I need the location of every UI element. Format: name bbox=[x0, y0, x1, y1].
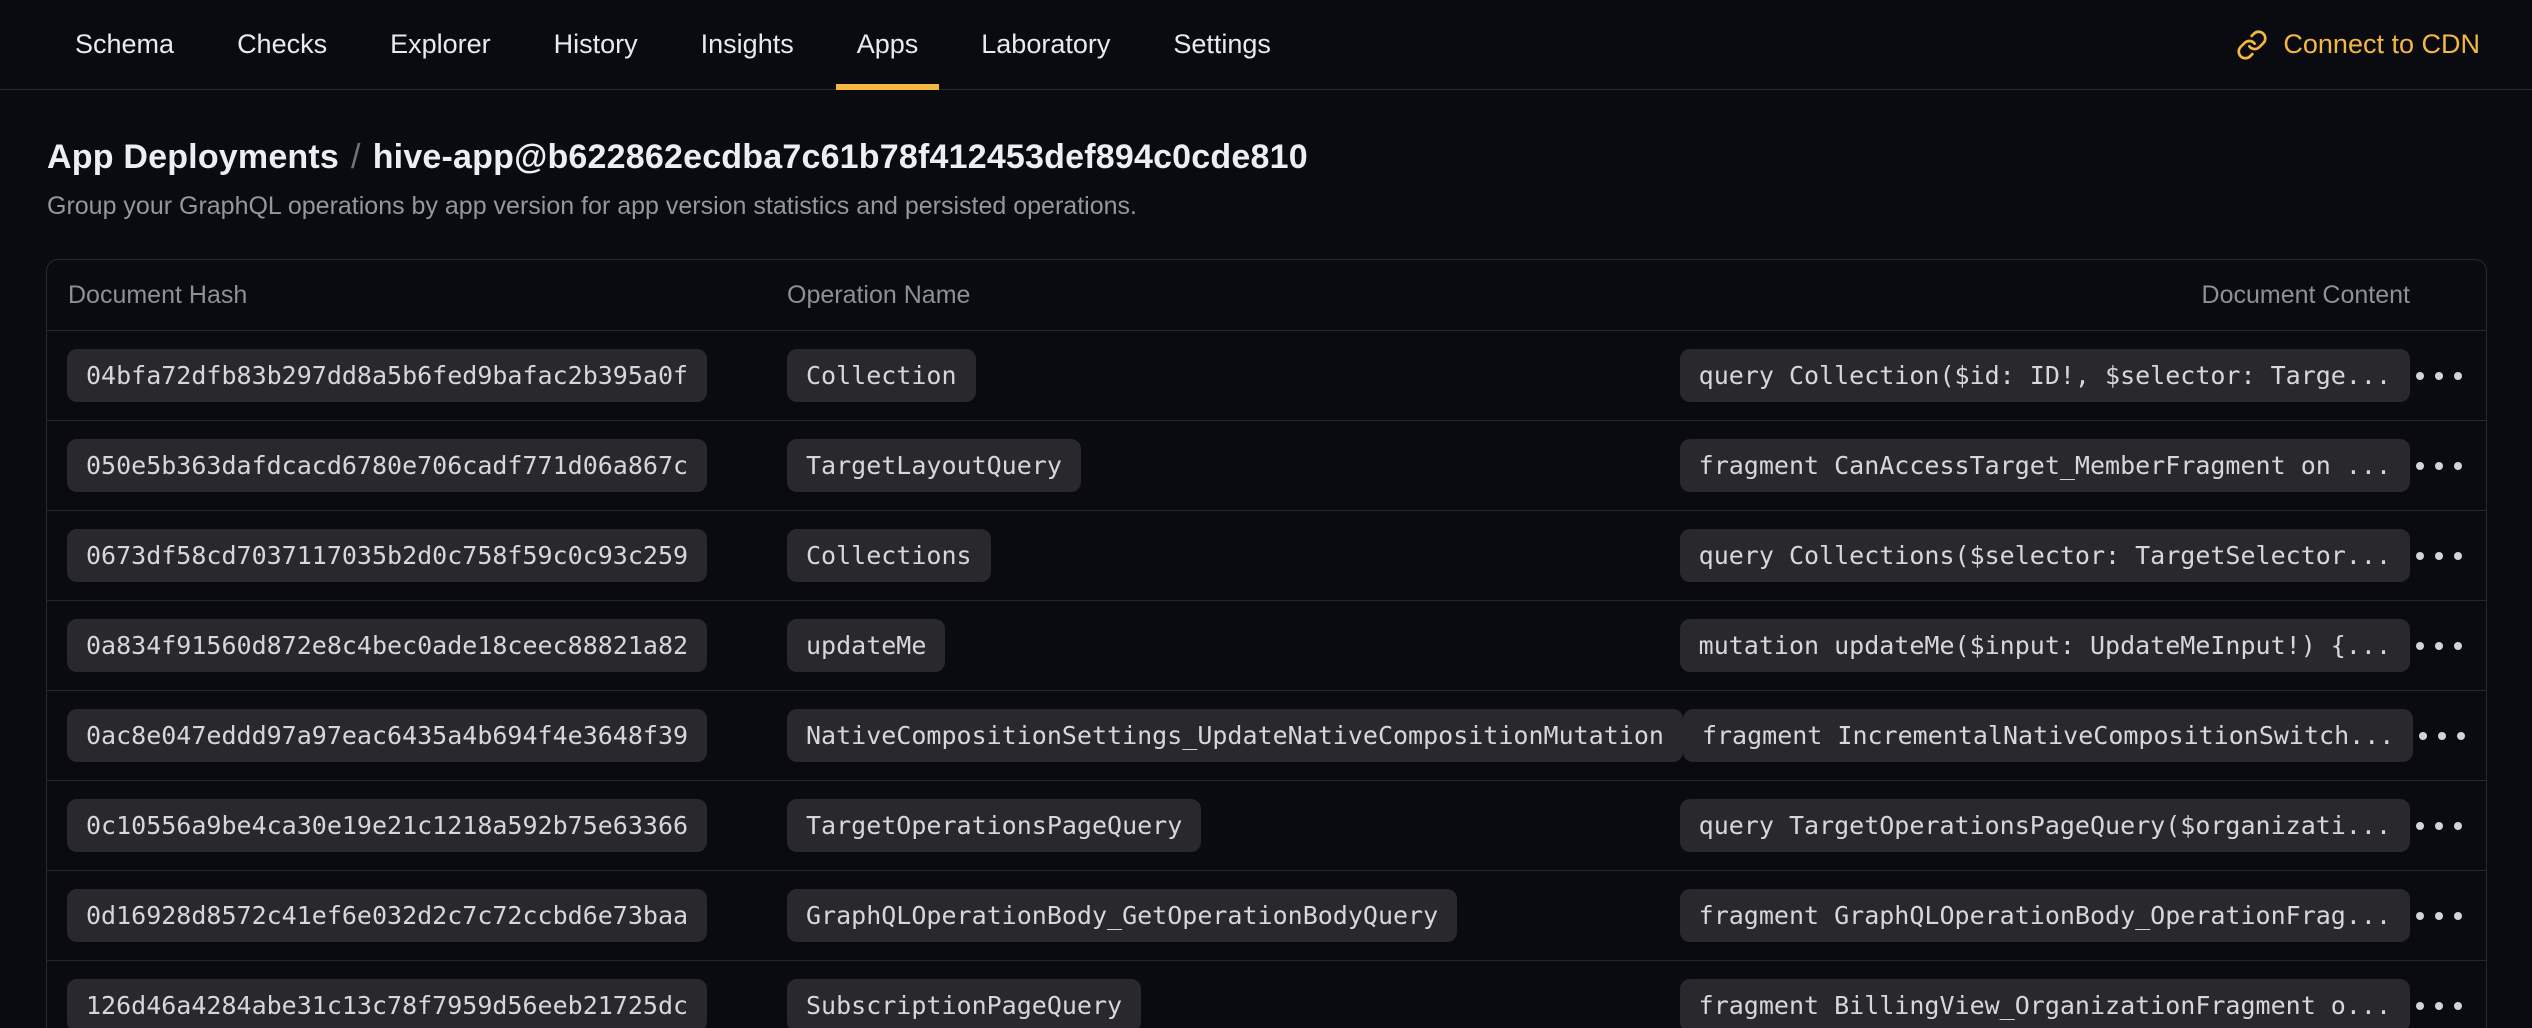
document-hash-pill: 050e5b363dafdcacd6780e706cadf771d06a867c bbox=[67, 439, 707, 492]
connect-to-cdn-link[interactable]: Connect to CDN bbox=[2236, 0, 2480, 89]
document-content-pill: fragment GraphQLOperationBody_OperationF… bbox=[1680, 889, 2410, 942]
page-subtitle: Group your GraphQL operations by app ver… bbox=[47, 192, 2478, 221]
document-hash-pill: 0ac8e047eddd97a97eac6435a4b694f4e3648f39 bbox=[67, 709, 707, 762]
operation-name-pill: Collection bbox=[787, 349, 976, 402]
table-row: 126d46a4284abe31c13c78f7959d56eeb21725dc… bbox=[47, 960, 2486, 1028]
nav-tab-explorer[interactable]: Explorer bbox=[369, 0, 512, 89]
table-row: 0d16928d8572c41ef6e032d2c7c72ccbd6e73baa… bbox=[47, 870, 2486, 960]
ellipsis-horizontal-icon bbox=[2416, 912, 2424, 920]
document-hash-pill: 0c10556a9be4ca30e19e21c1218a592b75e63366 bbox=[67, 799, 707, 852]
breadcrumb-root: App Deployments bbox=[47, 138, 339, 176]
document-content-pill: query Collection($id: ID!, $selector: Ta… bbox=[1680, 349, 2410, 402]
table-row: 04bfa72dfb83b297dd8a5b6fed9bafac2b395a0f… bbox=[47, 330, 2486, 420]
operation-name-pill: Collections bbox=[787, 529, 991, 582]
document-content-pill: fragment IncrementalNativeCompositionSwi… bbox=[1683, 709, 2413, 762]
breadcrumb-separator: / bbox=[351, 138, 361, 176]
nav-tab-apps[interactable]: Apps bbox=[836, 0, 940, 89]
column-header-document-content: Document Content bbox=[2202, 281, 2410, 310]
document-content-pill: fragment BillingView_OrganizationFragmen… bbox=[1680, 979, 2410, 1028]
nav-tab-checks[interactable]: Checks bbox=[216, 0, 348, 89]
document-content-pill: query Collections($selector: TargetSelec… bbox=[1680, 529, 2410, 582]
operation-name-pill: TargetLayoutQuery bbox=[787, 439, 1081, 492]
row-menu-button[interactable] bbox=[2412, 448, 2466, 484]
document-content-pill: fragment CanAccessTarget_MemberFragment … bbox=[1680, 439, 2410, 492]
document-hash-pill: 04bfa72dfb83b297dd8a5b6fed9bafac2b395a0f bbox=[67, 349, 707, 402]
document-hash-pill: 0673df58cd7037117035b2d0c758f59c0c93c259 bbox=[67, 529, 707, 582]
table-row: 0c10556a9be4ca30e19e21c1218a592b75e63366… bbox=[47, 780, 2486, 870]
column-header-operation-name: Operation Name bbox=[787, 281, 2202, 310]
nav-tab-history[interactable]: History bbox=[533, 0, 659, 89]
document-content-pill: query TargetOperationsPageQuery($organiz… bbox=[1680, 799, 2410, 852]
ellipsis-horizontal-icon bbox=[2416, 642, 2424, 650]
page-title: App Deployments / hive-app@b622862ecdba7c6… bbox=[47, 138, 2478, 177]
table-row: 050e5b363dafdcacd6780e706cadf771d06a867c… bbox=[47, 420, 2486, 510]
nav-tab-settings[interactable]: Settings bbox=[1152, 0, 1292, 89]
table-row: 0673df58cd7037117035b2d0c758f59c0c93c259… bbox=[47, 510, 2486, 600]
nav-tabs: Schema Checks Explorer History Insights … bbox=[54, 0, 1313, 89]
nav-tab-insights[interactable]: Insights bbox=[680, 0, 815, 89]
ellipsis-horizontal-icon bbox=[2419, 732, 2427, 740]
row-menu-button[interactable] bbox=[2415, 718, 2469, 754]
table-header-row: Document Hash Operation Name Document Co… bbox=[47, 260, 2486, 330]
connect-to-cdn-label: Connect to CDN bbox=[2283, 29, 2480, 60]
operation-name-pill: SubscriptionPageQuery bbox=[787, 979, 1141, 1028]
row-menu-button[interactable] bbox=[2412, 358, 2466, 394]
operation-name-pill: GraphQLOperationBody_GetOperationBodyQue… bbox=[787, 889, 1457, 942]
row-menu-button[interactable] bbox=[2412, 628, 2466, 664]
operation-name-pill: NativeCompositionSettings_UpdateNativeCo… bbox=[787, 709, 1683, 762]
top-navigation: Schema Checks Explorer History Insights … bbox=[0, 0, 2532, 90]
ellipsis-horizontal-icon bbox=[2416, 372, 2424, 380]
document-hash-pill: 0d16928d8572c41ef6e032d2c7c72ccbd6e73baa bbox=[67, 889, 707, 942]
nav-tab-schema[interactable]: Schema bbox=[54, 0, 195, 89]
app-deployments-table: Document Hash Operation Name Document Co… bbox=[46, 259, 2487, 1028]
operation-name-pill: TargetOperationsPageQuery bbox=[787, 799, 1201, 852]
row-menu-button[interactable] bbox=[2412, 898, 2466, 934]
table-row: 0ac8e047eddd97a97eac6435a4b694f4e3648f39… bbox=[47, 690, 2486, 780]
table-row: 0a834f91560d872e8c4bec0ade18ceec88821a82… bbox=[47, 600, 2486, 690]
ellipsis-horizontal-icon bbox=[2416, 462, 2424, 470]
document-hash-pill: 126d46a4284abe31c13c78f7959d56eeb21725dc bbox=[67, 979, 707, 1028]
document-content-pill: mutation updateMe($input: UpdateMeInput!… bbox=[1680, 619, 2410, 672]
page-header: App Deployments / hive-app@b622862ecdba7c6… bbox=[0, 90, 2532, 221]
link-icon bbox=[2236, 29, 2268, 61]
table-body: 04bfa72dfb83b297dd8a5b6fed9bafac2b395a0f… bbox=[47, 330, 2486, 1028]
deployment-name: hive-app@b622862ecdba7c61b78f412453def89… bbox=[373, 138, 1308, 176]
document-hash-pill: 0a834f91560d872e8c4bec0ade18ceec88821a82 bbox=[67, 619, 707, 672]
row-menu-button[interactable] bbox=[2412, 538, 2466, 574]
ellipsis-horizontal-icon bbox=[2416, 552, 2424, 560]
column-header-document-hash: Document Hash bbox=[67, 281, 787, 310]
ellipsis-horizontal-icon bbox=[2416, 822, 2424, 830]
nav-tab-laboratory[interactable]: Laboratory bbox=[960, 0, 1131, 89]
row-menu-button[interactable] bbox=[2412, 988, 2466, 1024]
ellipsis-horizontal-icon bbox=[2416, 1002, 2424, 1010]
operation-name-pill: updateMe bbox=[787, 619, 945, 672]
row-menu-button[interactable] bbox=[2412, 808, 2466, 844]
